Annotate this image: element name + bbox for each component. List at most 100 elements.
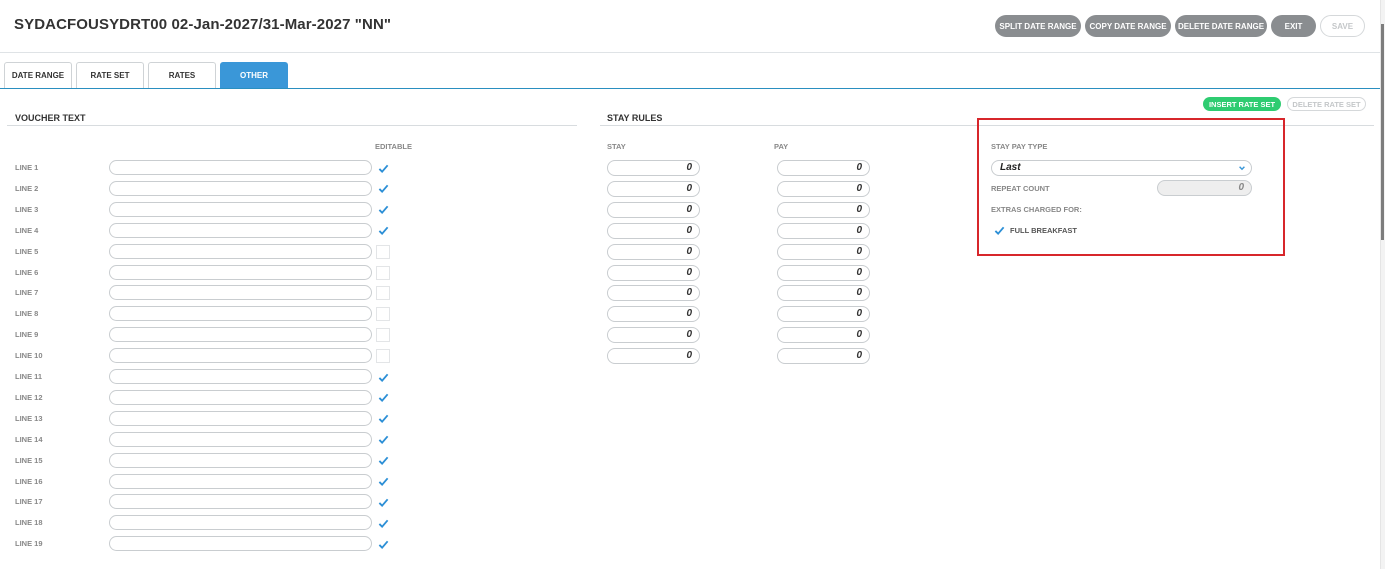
- voucher-line-label: LINE 15: [15, 455, 43, 465]
- page-title: SYDACFOUSYDRT00 02-Jan-2027/31-Mar-2027 …: [14, 16, 392, 33]
- voucher-line-input[interactable]: [109, 431, 372, 447]
- editable-checkbox[interactable]: [376, 454, 390, 468]
- voucher-line-input[interactable]: [109, 160, 372, 175]
- pay-input[interactable]: 0: [777, 306, 870, 323]
- exit-button[interactable]: EXIT: [1271, 15, 1316, 37]
- voucher-line-input[interactable]: [109, 452, 372, 468]
- voucher-line-label: LINE 13: [15, 413, 43, 423]
- pay-header: PAY: [774, 142, 789, 151]
- scrollbar[interactable]: [1380, 0, 1385, 569]
- pay-input[interactable]: 0: [777, 243, 870, 260]
- insert-rate-set-button[interactable]: INSERT RATE SET: [1203, 97, 1281, 111]
- voucher-line-label: LINE 8: [15, 309, 39, 319]
- check-icon: [378, 414, 388, 424]
- voucher-line-input[interactable]: [109, 410, 372, 426]
- editable-checkbox[interactable]: [376, 161, 390, 175]
- stay-input[interactable]: 0: [607, 285, 700, 302]
- editable-checkbox[interactable]: [376, 433, 390, 447]
- voucher-line-label: LINE 3: [15, 204, 39, 214]
- voucher-line-label: LINE 16: [15, 476, 43, 486]
- voucher-line-input[interactable]: [109, 327, 372, 343]
- voucher-line-input[interactable]: [109, 536, 372, 552]
- voucher-line-input[interactable]: [109, 243, 372, 259]
- stay-input[interactable]: 0: [607, 222, 700, 239]
- copy-date-range-button[interactable]: COPY DATE RANGE: [1085, 15, 1171, 37]
- editable-checkbox[interactable]: [376, 244, 390, 259]
- editable-checkbox[interactable]: [376, 475, 390, 489]
- save-button[interactable]: SAVE: [1320, 15, 1365, 37]
- voucher-line-label: LINE 11: [15, 372, 43, 381]
- delete-rate-set-button[interactable]: DELETE RATE SET: [1287, 97, 1366, 111]
- pay-input[interactable]: 0: [777, 180, 870, 197]
- scrollbar-thumb[interactable]: [1381, 24, 1384, 240]
- voucher-line-label: LINE 9: [15, 330, 39, 340]
- voucher-line-input[interactable]: [109, 222, 372, 238]
- check-icon: [378, 498, 388, 507]
- tab-date-range[interactable]: DATE RANGE: [4, 62, 72, 88]
- pay-input[interactable]: 0: [777, 222, 870, 239]
- tab-other[interactable]: OTHER: [220, 62, 288, 88]
- voucher-line-label: LINE 1: [15, 163, 39, 172]
- delete-date-range-button[interactable]: DELETE DATE RANGE: [1175, 15, 1267, 37]
- highlight-box: [977, 118, 1285, 256]
- editable-checkbox[interactable]: [376, 203, 390, 217]
- stay-input[interactable]: 0: [607, 348, 700, 365]
- editable-checkbox[interactable]: [376, 307, 390, 322]
- editable-checkbox[interactable]: [376, 391, 390, 405]
- tab-rates[interactable]: RATES: [148, 62, 216, 88]
- pay-input[interactable]: 0: [777, 348, 870, 365]
- check-icon: [378, 205, 388, 215]
- editable-checkbox[interactable]: [376, 537, 390, 551]
- editable-checkbox[interactable]: [376, 370, 390, 384]
- voucher-line-label: LINE 6: [15, 267, 39, 277]
- editable-checkbox[interactable]: [376, 182, 390, 196]
- check-icon: [378, 540, 388, 549]
- voucher-line-label: LINE 5: [15, 246, 39, 256]
- pay-input[interactable]: 0: [777, 327, 870, 344]
- check-icon: [378, 373, 388, 382]
- editable-checkbox[interactable]: [376, 224, 390, 238]
- voucher-line-label: LINE 12: [15, 392, 43, 402]
- voucher-line-input[interactable]: [109, 180, 372, 196]
- editable-checkbox[interactable]: [376, 495, 390, 509]
- voucher-line-input[interactable]: [109, 348, 372, 364]
- pay-input[interactable]: 0: [777, 285, 870, 302]
- editable-checkbox[interactable]: [376, 516, 390, 530]
- voucher-line-input[interactable]: [109, 201, 372, 217]
- check-icon: [378, 435, 388, 445]
- stay-input[interactable]: 0: [607, 264, 700, 281]
- stay-input[interactable]: 0: [607, 180, 700, 197]
- voucher-line-label: LINE 4: [15, 225, 39, 235]
- tab-rate-set[interactable]: RATE SET: [76, 62, 144, 88]
- stay-input[interactable]: 0: [607, 306, 700, 323]
- stay-input[interactable]: 0: [607, 201, 700, 218]
- voucher-line-label: LINE 10: [15, 351, 43, 361]
- check-icon: [378, 185, 388, 194]
- pay-input[interactable]: 0: [777, 160, 870, 176]
- check-icon: [378, 226, 388, 236]
- editable-header: EDITABLE: [375, 142, 412, 151]
- voucher-line-input[interactable]: [109, 389, 372, 405]
- editable-checkbox[interactable]: [376, 328, 390, 343]
- editable-checkbox[interactable]: [376, 349, 390, 364]
- check-icon: [378, 164, 388, 173]
- check-icon: [378, 456, 388, 466]
- voucher-line-input[interactable]: [109, 473, 372, 489]
- voucher-line-input[interactable]: [109, 515, 372, 531]
- split-date-range-button[interactable]: SPLIT DATE RANGE: [995, 15, 1081, 37]
- editable-checkbox[interactable]: [376, 265, 390, 280]
- voucher-line-input[interactable]: [109, 494, 372, 510]
- tab-underline: [0, 88, 1380, 89]
- editable-checkbox[interactable]: [376, 286, 390, 301]
- voucher-line-input[interactable]: [109, 306, 372, 322]
- voucher-line-input[interactable]: [109, 369, 372, 384]
- pay-input[interactable]: 0: [777, 201, 870, 218]
- voucher-line-input[interactable]: [109, 264, 372, 280]
- editable-checkbox[interactable]: [376, 412, 390, 426]
- pay-input[interactable]: 0: [777, 264, 870, 281]
- stay-input[interactable]: 0: [607, 160, 700, 176]
- stay-input[interactable]: 0: [607, 327, 700, 344]
- stay-input[interactable]: 0: [607, 243, 700, 260]
- stay-header: STAY: [607, 142, 626, 151]
- voucher-line-input[interactable]: [109, 285, 372, 301]
